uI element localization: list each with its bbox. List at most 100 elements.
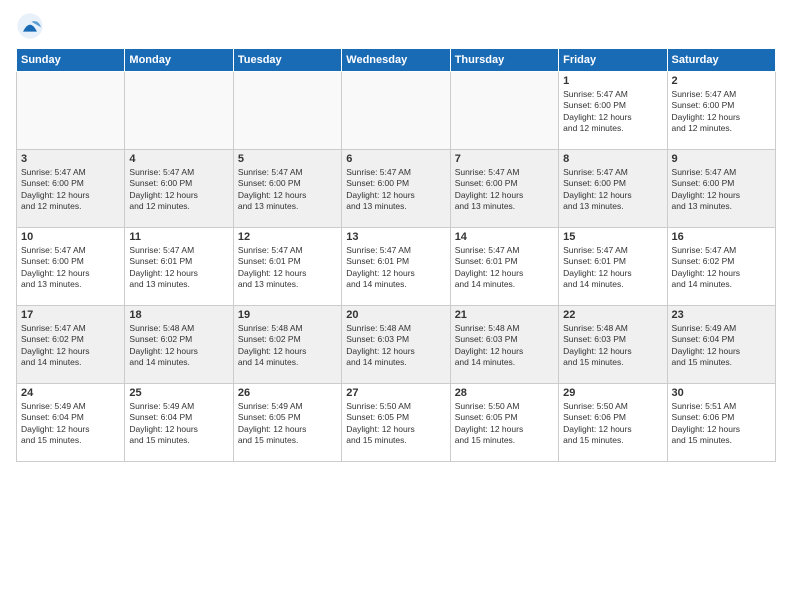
calendar-cell <box>342 72 450 150</box>
calendar-cell <box>450 72 558 150</box>
day-info: Sunrise: 5:49 AM Sunset: 6:04 PM Dayligh… <box>129 401 228 447</box>
day-info: Sunrise: 5:47 AM Sunset: 6:01 PM Dayligh… <box>563 245 662 291</box>
day-number: 9 <box>672 153 771 165</box>
day-number: 5 <box>238 153 337 165</box>
day-info: Sunrise: 5:47 AM Sunset: 6:00 PM Dayligh… <box>563 167 662 213</box>
day-info: Sunrise: 5:51 AM Sunset: 6:06 PM Dayligh… <box>672 401 771 447</box>
day-info: Sunrise: 5:49 AM Sunset: 6:04 PM Dayligh… <box>21 401 120 447</box>
day-info: Sunrise: 5:47 AM Sunset: 6:02 PM Dayligh… <box>672 245 771 291</box>
calendar-cell: 4 Sunrise: 5:47 AM Sunset: 6:00 PM Daylig… <box>125 150 233 228</box>
day-number: 8 <box>563 153 662 165</box>
calendar-cell: 7 Sunrise: 5:47 AM Sunset: 6:00 PM Daylig… <box>450 150 558 228</box>
day-number: 28 <box>455 387 554 399</box>
day-info: Sunrise: 5:48 AM Sunset: 6:03 PM Dayligh… <box>455 323 554 369</box>
day-number: 4 <box>129 153 228 165</box>
day-number: 1 <box>563 75 662 87</box>
day-info: Sunrise: 5:49 AM Sunset: 6:04 PM Dayligh… <box>672 323 771 369</box>
day-number: 16 <box>672 231 771 243</box>
calendar-cell: 16 Sunrise: 5:47 AM Sunset: 6:02 PM Dayli… <box>667 228 775 306</box>
day-info: Sunrise: 5:50 AM Sunset: 6:05 PM Dayligh… <box>455 401 554 447</box>
day-info: Sunrise: 5:47 AM Sunset: 6:02 PM Dayligh… <box>21 323 120 369</box>
day-number: 11 <box>129 231 228 243</box>
col-header-sunday: Sunday <box>17 49 125 72</box>
day-info: Sunrise: 5:48 AM Sunset: 6:02 PM Dayligh… <box>129 323 228 369</box>
day-info: Sunrise: 5:50 AM Sunset: 6:06 PM Dayligh… <box>563 401 662 447</box>
day-number: 2 <box>672 75 771 87</box>
day-info: Sunrise: 5:47 AM Sunset: 6:00 PM Dayligh… <box>672 89 771 135</box>
day-number: 18 <box>129 309 228 321</box>
calendar-cell: 6 Sunrise: 5:47 AM Sunset: 6:00 PM Daylig… <box>342 150 450 228</box>
calendar-cell: 9 Sunrise: 5:47 AM Sunset: 6:00 PM Daylig… <box>667 150 775 228</box>
calendar-cell: 3 Sunrise: 5:47 AM Sunset: 6:00 PM Daylig… <box>17 150 125 228</box>
day-number: 15 <box>563 231 662 243</box>
day-number: 19 <box>238 309 337 321</box>
calendar-cell: 20 Sunrise: 5:48 AM Sunset: 6:03 PM Dayli… <box>342 306 450 384</box>
day-number: 7 <box>455 153 554 165</box>
day-info: Sunrise: 5:47 AM Sunset: 6:00 PM Dayligh… <box>21 245 120 291</box>
day-number: 24 <box>21 387 120 399</box>
calendar-week-row: 3 Sunrise: 5:47 AM Sunset: 6:00 PM Daylig… <box>17 150 776 228</box>
day-info: Sunrise: 5:47 AM Sunset: 6:01 PM Dayligh… <box>238 245 337 291</box>
calendar-table: SundayMondayTuesdayWednesdayThursdayFrid… <box>16 48 776 462</box>
day-number: 10 <box>21 231 120 243</box>
day-info: Sunrise: 5:50 AM Sunset: 6:05 PM Dayligh… <box>346 401 445 447</box>
col-header-wednesday: Wednesday <box>342 49 450 72</box>
calendar-cell: 19 Sunrise: 5:48 AM Sunset: 6:02 PM Dayli… <box>233 306 341 384</box>
day-number: 6 <box>346 153 445 165</box>
day-number: 26 <box>238 387 337 399</box>
calendar-cell: 17 Sunrise: 5:47 AM Sunset: 6:02 PM Dayli… <box>17 306 125 384</box>
day-info: Sunrise: 5:47 AM Sunset: 6:00 PM Dayligh… <box>455 167 554 213</box>
day-number: 13 <box>346 231 445 243</box>
calendar-cell: 10 Sunrise: 5:47 AM Sunset: 6:00 PM Dayli… <box>17 228 125 306</box>
col-header-tuesday: Tuesday <box>233 49 341 72</box>
day-info: Sunrise: 5:47 AM Sunset: 6:00 PM Dayligh… <box>21 167 120 213</box>
day-number: 29 <box>563 387 662 399</box>
logo-icon <box>16 12 44 40</box>
day-number: 23 <box>672 309 771 321</box>
header <box>16 12 776 40</box>
calendar-cell: 29 Sunrise: 5:50 AM Sunset: 6:06 PM Dayli… <box>559 384 667 462</box>
calendar-header-row: SundayMondayTuesdayWednesdayThursdayFrid… <box>17 49 776 72</box>
calendar-cell: 30 Sunrise: 5:51 AM Sunset: 6:06 PM Dayli… <box>667 384 775 462</box>
calendar-cell: 24 Sunrise: 5:49 AM Sunset: 6:04 PM Dayli… <box>17 384 125 462</box>
calendar-cell: 15 Sunrise: 5:47 AM Sunset: 6:01 PM Dayli… <box>559 228 667 306</box>
col-header-friday: Friday <box>559 49 667 72</box>
day-info: Sunrise: 5:48 AM Sunset: 6:02 PM Dayligh… <box>238 323 337 369</box>
day-number: 14 <box>455 231 554 243</box>
day-number: 21 <box>455 309 554 321</box>
calendar-cell: 18 Sunrise: 5:48 AM Sunset: 6:02 PM Dayli… <box>125 306 233 384</box>
day-number: 17 <box>21 309 120 321</box>
calendar-cell: 25 Sunrise: 5:49 AM Sunset: 6:04 PM Dayli… <box>125 384 233 462</box>
day-info: Sunrise: 5:47 AM Sunset: 6:00 PM Dayligh… <box>563 89 662 135</box>
day-number: 20 <box>346 309 445 321</box>
col-header-monday: Monday <box>125 49 233 72</box>
calendar-cell: 5Sunrise: 5:47 AM Sunset: 6:00 PM Daylig… <box>233 150 341 228</box>
calendar-cell: 8 Sunrise: 5:47 AM Sunset: 6:00 PM Daylig… <box>559 150 667 228</box>
day-info: Sunrise: 5:48 AM Sunset: 6:03 PM Dayligh… <box>346 323 445 369</box>
calendar-cell: 11Sunrise: 5:47 AM Sunset: 6:01 PM Dayli… <box>125 228 233 306</box>
day-number: 25 <box>129 387 228 399</box>
calendar-cell: 1 Sunrise: 5:47 AM Sunset: 6:00 PM Daylig… <box>559 72 667 150</box>
day-info: Sunrise: 5:48 AM Sunset: 6:03 PM Dayligh… <box>563 323 662 369</box>
day-number: 12 <box>238 231 337 243</box>
calendar-week-row: 10 Sunrise: 5:47 AM Sunset: 6:00 PM Dayli… <box>17 228 776 306</box>
calendar-week-row: 24 Sunrise: 5:49 AM Sunset: 6:04 PM Dayli… <box>17 384 776 462</box>
calendar-week-row: 1 Sunrise: 5:47 AM Sunset: 6:00 PM Daylig… <box>17 72 776 150</box>
calendar-cell: 21 Sunrise: 5:48 AM Sunset: 6:03 PM Dayli… <box>450 306 558 384</box>
day-info: Sunrise: 5:47 AM Sunset: 6:00 PM Dayligh… <box>129 167 228 213</box>
day-number: 30 <box>672 387 771 399</box>
day-info: Sunrise: 5:47 AM Sunset: 6:01 PM Dayligh… <box>346 245 445 291</box>
day-number: 27 <box>346 387 445 399</box>
calendar-cell: 23 Sunrise: 5:49 AM Sunset: 6:04 PM Dayli… <box>667 306 775 384</box>
day-info: Sunrise: 5:47 AM Sunset: 6:00 PM Dayligh… <box>672 167 771 213</box>
day-number: 3 <box>21 153 120 165</box>
calendar-cell: 12 Sunrise: 5:47 AM Sunset: 6:01 PM Dayli… <box>233 228 341 306</box>
calendar-cell: 14 Sunrise: 5:47 AM Sunset: 6:01 PM Dayli… <box>450 228 558 306</box>
day-info: Sunrise: 5:47 AM Sunset: 6:01 PM Dayligh… <box>455 245 554 291</box>
day-number: 22 <box>563 309 662 321</box>
day-info: Sunrise: 5:47 AM Sunset: 6:00 PM Dayligh… <box>346 167 445 213</box>
calendar-cell: 28 Sunrise: 5:50 AM Sunset: 6:05 PM Dayli… <box>450 384 558 462</box>
calendar-cell: 2 Sunrise: 5:47 AM Sunset: 6:00 PM Daylig… <box>667 72 775 150</box>
col-header-thursday: Thursday <box>450 49 558 72</box>
calendar-cell <box>233 72 341 150</box>
